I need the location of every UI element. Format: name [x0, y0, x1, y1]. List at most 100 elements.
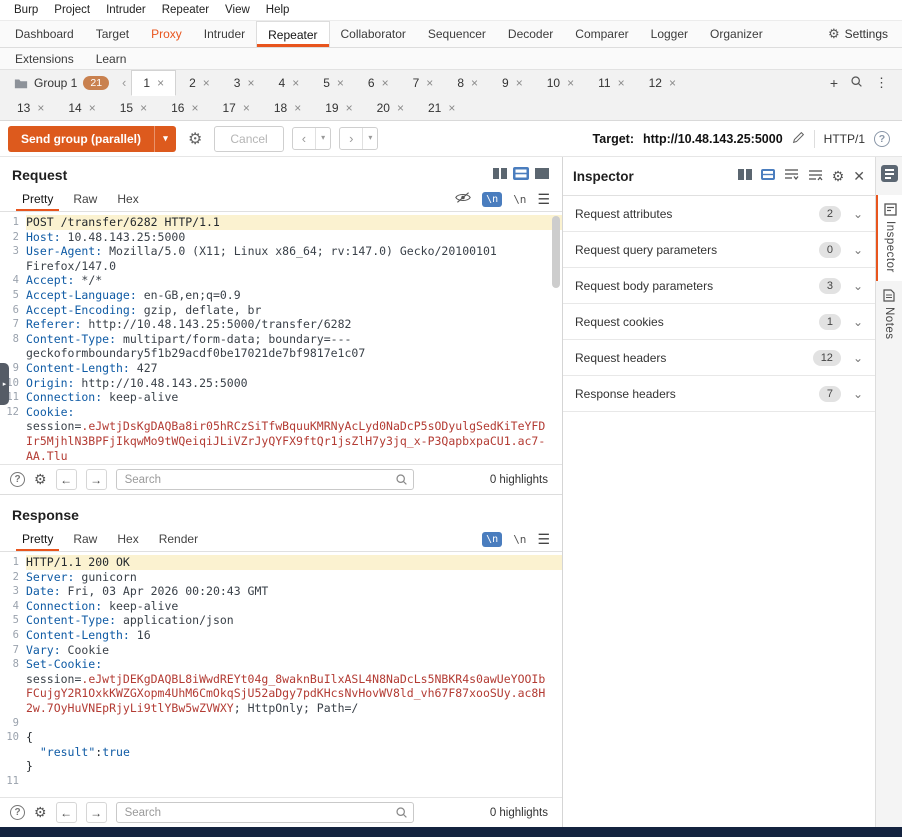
rail-dock-icon[interactable]	[881, 165, 898, 185]
close-tab-icon[interactable]: ×	[191, 101, 198, 115]
close-tab-icon[interactable]: ×	[669, 76, 676, 90]
prev-match-button[interactable]: ←	[56, 802, 77, 823]
close-tab-icon[interactable]: ×	[567, 76, 574, 90]
search-help-icon[interactable]: ?	[10, 472, 25, 487]
repeater-tab-8[interactable]: 8×	[446, 70, 489, 95]
repeater-tab-7[interactable]: 7×	[402, 70, 445, 95]
close-tab-icon[interactable]: ×	[382, 76, 389, 90]
request-search-input[interactable]	[116, 469, 414, 490]
repeater-tab-11[interactable]: 11×	[587, 70, 635, 95]
close-tab-icon[interactable]: ×	[140, 101, 147, 115]
collapse-all-icon[interactable]	[808, 168, 823, 184]
editor-menu-icon[interactable]: ☰	[537, 531, 550, 548]
inspector-layout-rows-icon[interactable]	[761, 169, 775, 183]
tab-dashboard[interactable]: Dashboard	[4, 21, 85, 47]
tab-collaborator[interactable]: Collaborator	[330, 21, 417, 47]
wrap-lines-icon[interactable]: \n	[513, 533, 526, 546]
add-tab-button[interactable]: +	[830, 75, 838, 91]
search-settings-icon[interactable]: ⚙	[34, 471, 47, 488]
rail-tab-inspector[interactable]: Inspector	[876, 195, 902, 281]
rail-tab-notes[interactable]: Notes	[876, 281, 902, 348]
response-tab-hex[interactable]: Hex	[107, 528, 148, 550]
repeater-tab-1[interactable]: 1×	[131, 70, 176, 96]
repeater-tab-9[interactable]: 9×	[491, 70, 534, 95]
tab-decoder[interactable]: Decoder	[497, 21, 564, 47]
close-tab-icon[interactable]: ×	[294, 101, 301, 115]
close-tab-icon[interactable]: ×	[203, 76, 210, 90]
response-editor[interactable]: 1HTTP/1.1 200 OK2Server: gunicorn3Date: …	[0, 552, 562, 797]
request-editor[interactable]: 1POST /transfer/6282 HTTP/1.12Host: 10.4…	[0, 212, 562, 464]
close-tab-icon[interactable]: ×	[337, 76, 344, 90]
inspector-section-request-body-parameters[interactable]: Request body parameters3⌄	[563, 268, 875, 304]
repeater-tab-20[interactable]: 20×	[366, 95, 415, 120]
http-version-selector[interactable]: HTTP/1	[824, 132, 865, 146]
repeater-tab-18[interactable]: 18×	[263, 95, 312, 120]
close-tab-icon[interactable]: ×	[618, 76, 625, 90]
prev-match-button[interactable]: ←	[56, 469, 77, 490]
search-settings-icon[interactable]: ⚙	[34, 804, 47, 821]
cancel-button[interactable]: Cancel	[214, 126, 283, 152]
search-help-icon[interactable]: ?	[10, 805, 25, 820]
tab-sequencer[interactable]: Sequencer	[417, 21, 497, 47]
hide-highlights-icon[interactable]	[455, 191, 471, 207]
close-tab-icon[interactable]: ×	[243, 101, 250, 115]
close-tab-icon[interactable]: ×	[426, 76, 433, 90]
expand-all-icon[interactable]	[784, 168, 799, 184]
repeater-tab-5[interactable]: 5×	[312, 70, 355, 95]
tab-target[interactable]: Target	[85, 21, 140, 47]
tab-proxy[interactable]: Proxy	[140, 21, 193, 47]
inspector-section-request-query-parameters[interactable]: Request query parameters0⌄	[563, 232, 875, 268]
show-nonprintable-icon[interactable]: \n	[482, 192, 502, 207]
request-scrollbar[interactable]	[552, 216, 560, 288]
repeater-tab-19[interactable]: 19×	[314, 95, 363, 120]
tab-organizer[interactable]: Organizer	[699, 21, 774, 47]
repeater-tab-3[interactable]: 3×	[223, 70, 266, 95]
tab-logger[interactable]: Logger	[640, 21, 699, 47]
show-nonprintable-icon[interactable]: \n	[482, 532, 502, 547]
layout-single-icon[interactable]	[534, 167, 550, 183]
tab-group-1[interactable]: Group 1 21	[6, 70, 117, 95]
inspector-section-response-headers[interactable]: Response headers7⌄	[563, 376, 875, 412]
layout-columns-icon[interactable]	[492, 167, 508, 183]
close-tab-icon[interactable]: ×	[448, 101, 455, 115]
search-tabs-icon[interactable]	[850, 75, 863, 91]
scroll-tabs-left-icon[interactable]: ‹	[117, 75, 131, 90]
repeater-tab-10[interactable]: 10×	[536, 70, 585, 95]
tab-intruder[interactable]: Intruder	[193, 21, 256, 47]
close-tab-icon[interactable]: ×	[37, 101, 44, 115]
wrap-lines-icon[interactable]: \n	[513, 193, 526, 206]
request-tab-raw[interactable]: Raw	[63, 188, 107, 210]
repeater-tab-2[interactable]: 2×	[178, 70, 221, 95]
inspector-layout-columns-icon[interactable]	[738, 169, 752, 183]
close-tab-icon[interactable]: ×	[247, 76, 254, 90]
repeater-tab-15[interactable]: 15×	[109, 95, 158, 120]
menu-item-project[interactable]: Project	[46, 2, 98, 18]
inspector-section-request-attributes[interactable]: Request attributes2⌄	[563, 196, 875, 232]
menu-item-view[interactable]: View	[217, 2, 258, 18]
close-tab-icon[interactable]: ×	[157, 76, 164, 90]
tab-learn[interactable]: Learn	[85, 48, 138, 69]
response-tab-render[interactable]: Render	[149, 528, 208, 550]
forward-caret-icon[interactable]: ▾	[362, 128, 377, 149]
repeater-tab-12[interactable]: 12×	[638, 70, 687, 95]
repeater-tab-13[interactable]: 13×	[6, 95, 55, 120]
menu-item-intruder[interactable]: Intruder	[98, 2, 154, 18]
menu-item-repeater[interactable]: Repeater	[154, 2, 217, 18]
edit-target-icon[interactable]	[792, 131, 805, 147]
send-options-caret[interactable]: ▾	[154, 126, 176, 152]
repeater-tab-16[interactable]: 16×	[160, 95, 209, 120]
inspector-settings-icon[interactable]: ⚙	[832, 168, 845, 185]
request-tab-pretty[interactable]: Pretty	[12, 188, 63, 210]
response-tab-pretty[interactable]: Pretty	[12, 528, 63, 550]
history-back-button[interactable]: ‹ ▾	[292, 127, 331, 150]
help-icon[interactable]: ?	[874, 131, 890, 147]
tab-repeater[interactable]: Repeater	[256, 21, 329, 47]
close-tab-icon[interactable]: ×	[89, 101, 96, 115]
next-match-button[interactable]: →	[86, 802, 107, 823]
tab-extensions[interactable]: Extensions	[4, 48, 85, 69]
close-inspector-icon[interactable]: ✕	[853, 168, 865, 185]
back-caret-icon[interactable]: ▾	[315, 128, 330, 149]
inspector-section-request-headers[interactable]: Request headers12⌄	[563, 340, 875, 376]
repeater-tab-17[interactable]: 17×	[212, 95, 261, 120]
close-tab-icon[interactable]: ×	[471, 76, 478, 90]
